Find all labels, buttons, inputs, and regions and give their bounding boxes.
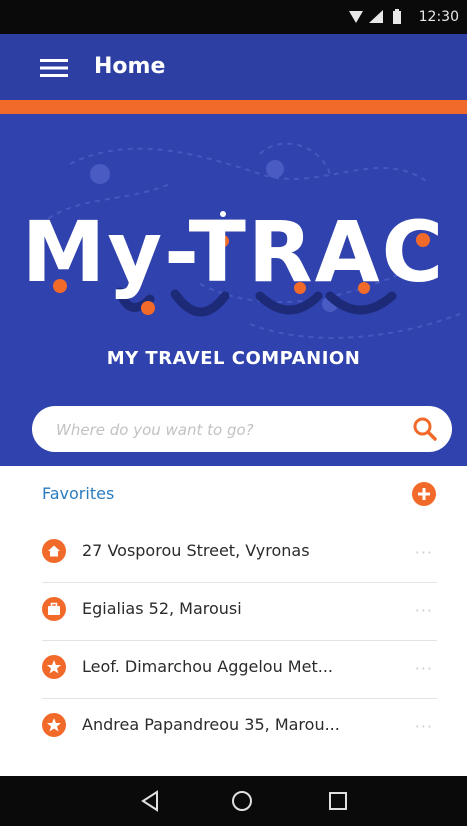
add-favorite-button[interactable] bbox=[411, 481, 437, 507]
search-input[interactable] bbox=[54, 418, 398, 442]
favorite-item-work[interactable]: Egialias 52, Marousi ··· bbox=[42, 582, 437, 641]
status-icons bbox=[349, 9, 401, 24]
app-bar: Home bbox=[0, 34, 467, 100]
favorite-label: 27 Vosporou Street, Vyronas bbox=[82, 541, 310, 560]
hero-banner: My-TRAC MY TRAVEL COMPANION bbox=[0, 114, 467, 466]
wifi-icon bbox=[349, 11, 363, 23]
more-options-icon[interactable]: ··· bbox=[415, 717, 433, 736]
home-nav-icon[interactable] bbox=[229, 789, 255, 813]
recents-icon[interactable] bbox=[325, 789, 351, 813]
search-icon[interactable] bbox=[412, 416, 438, 442]
app-logo: My-TRAC bbox=[21, 203, 446, 301]
system-nav-bar bbox=[0, 776, 467, 826]
search-bar[interactable] bbox=[32, 406, 452, 452]
favorite-item-starred[interactable]: Leof. Dimarchou Aggelou Met... ··· bbox=[42, 640, 437, 699]
star-icon bbox=[42, 655, 66, 679]
home-icon bbox=[42, 539, 66, 563]
favorite-label: Andrea Papandreou 35, Marou... bbox=[82, 715, 340, 734]
favorites-header: Favorites bbox=[42, 484, 115, 503]
accent-strip bbox=[0, 100, 467, 114]
favorite-item-starred[interactable]: Andrea Papandreou 35, Marou... ··· bbox=[42, 698, 437, 756]
favorite-label: Egialias 52, Marousi bbox=[82, 599, 242, 618]
page-title: Home bbox=[94, 54, 166, 79]
favorite-item-home[interactable]: 27 Vosporou Street, Vyronas ··· bbox=[42, 524, 437, 583]
more-options-icon[interactable]: ··· bbox=[415, 659, 433, 678]
more-options-icon[interactable]: ··· bbox=[415, 601, 433, 620]
back-icon[interactable] bbox=[137, 789, 163, 813]
star-icon bbox=[42, 713, 66, 737]
status-time: 12:30 bbox=[418, 9, 459, 25]
work-icon bbox=[42, 597, 66, 621]
signal-icon bbox=[369, 10, 383, 23]
favorite-label: Leof. Dimarchou Aggelou Met... bbox=[82, 657, 333, 676]
menu-icon[interactable] bbox=[40, 58, 68, 78]
status-bar: 12:30 bbox=[0, 0, 467, 34]
tagline: MY TRAVEL COMPANION bbox=[106, 348, 361, 369]
battery-icon bbox=[393, 11, 401, 24]
more-options-icon[interactable]: ··· bbox=[415, 543, 433, 562]
